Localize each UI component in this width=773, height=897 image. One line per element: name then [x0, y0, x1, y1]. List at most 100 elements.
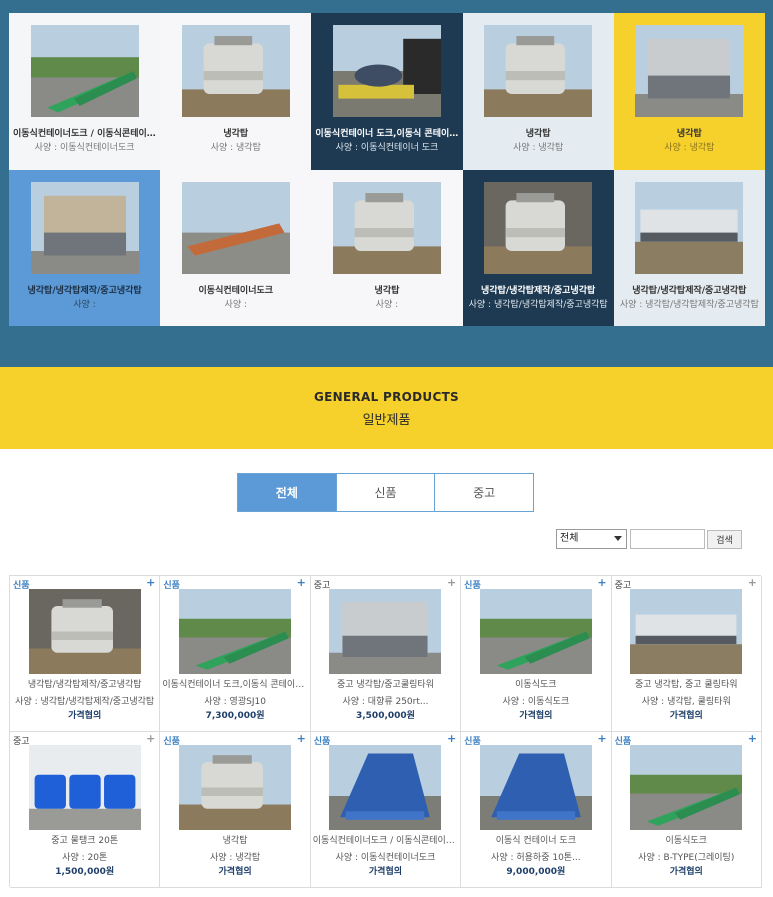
featured-card[interactable]: 이동식컨테이너 도크,이동식 콘테이너도크사양 : 이동식컨테이너 도크 [311, 13, 463, 170]
featured-product-title[interactable]: 이동식컨테이너도크 [164, 283, 307, 296]
featured-card[interactable]: 이동식컨테이너도크 사양 : [160, 169, 312, 326]
tab-0[interactable]: 전체 [238, 474, 337, 511]
plus-icon[interactable]: + [146, 732, 155, 745]
product-title[interactable]: 중고 냉각탑/중고쿨링타워 [313, 677, 458, 690]
product-card[interactable]: 신품 + 이동식컨테이너도크 / 이동식콘테이너도크 사양 : 이동식컨테이너도크 가격… [310, 732, 462, 888]
product-spec: 사양 : 영광SJ10 [204, 697, 266, 707]
product-image[interactable] [479, 745, 592, 830]
product-spec: 사양 : 대향류 250rt... [342, 697, 429, 707]
featured-product-spec: 사양 : 냉각탑 [664, 143, 715, 153]
featured-product-image[interactable] [30, 25, 139, 117]
tab-2[interactable]: 중고 [435, 474, 534, 511]
featured-card[interactable]: 냉각탑/냉각탑제작/중고냉각탑 사양 : 냉각탑/냉각탑제작/중고냉각탑 [462, 169, 614, 326]
featured-card[interactable]: 냉각탑사양 : 냉각탑 [160, 13, 312, 170]
plus-icon[interactable]: + [447, 732, 456, 745]
product-badge: 신품 [464, 581, 481, 591]
featured-card[interactable]: 냉각탑/냉각탑제작/중고냉각탑 사양 : 냉각탑/냉각탑제작/중고냉각탑 [613, 169, 765, 326]
product-image[interactable] [28, 589, 141, 674]
section-header: GENERAL PRODUCTS 일반제품 [0, 367, 773, 449]
featured-product-image[interactable] [30, 181, 139, 274]
featured-product-image[interactable] [181, 25, 290, 117]
product-price: 가격협의 [519, 711, 553, 721]
product-price: 가격협의 [669, 711, 703, 721]
product-title[interactable]: 중고 냉각탑, 중고 쿨링타워 [614, 677, 759, 690]
featured-card[interactable]: 냉각탑사양 : [311, 169, 463, 326]
product-badge: 중고 [614, 581, 632, 591]
product-title[interactable]: 이동식 컨테이너 도크 [463, 833, 608, 846]
featured-product-image[interactable] [332, 25, 441, 117]
product-title[interactable]: 이동식컨테이너도크 / 이동식콘테이너도크 [313, 833, 458, 846]
search-input[interactable] [630, 529, 705, 549]
product-title[interactable]: 이동식도크 [614, 833, 759, 846]
search-button[interactable]: 검색 [707, 530, 742, 549]
search-category-value: 전체 [560, 533, 579, 544]
product-title[interactable]: 이동식컨테이너 도크,이동식 콘테이너도크 [162, 677, 307, 690]
featured-product-title[interactable]: 냉각탑 [618, 126, 761, 139]
plus-icon[interactable]: + [146, 576, 155, 589]
featured-product-title[interactable]: 냉각탑/냉각탑제작/중고냉각탑 [618, 283, 761, 296]
product-image[interactable] [179, 589, 292, 674]
product-spec: 사양 : 허용하중 10톤... [491, 853, 581, 863]
featured-product-title[interactable]: 이동식컨테이너 도크,이동식 콘테이너도크 [315, 126, 458, 139]
featured-product-image[interactable] [484, 181, 593, 274]
featured-grid: 이동식컨테이너도크 / 이동식콘테이너도크 사양 : 이동식컨테이너도크 냉각탑 사양… [9, 13, 765, 326]
product-card[interactable]: 신품 + 냉각탑/냉각탑제작/중고냉각탑 사양 : 냉각탑/냉각탑제작/중고냉각탑 가격… [10, 576, 161, 732]
featured-product-title[interactable]: 냉각탑/냉각탑제작/중고냉각탑 [13, 283, 156, 296]
product-price: 7,300,000원 [205, 711, 265, 721]
plus-icon[interactable]: + [748, 732, 757, 745]
product-image[interactable] [630, 589, 743, 674]
featured-product-spec: 사양 : [375, 299, 399, 310]
featured-product-title[interactable]: 냉각탑 [164, 126, 307, 139]
product-image[interactable] [329, 745, 442, 830]
plus-icon[interactable]: + [597, 576, 606, 589]
featured-product-image[interactable] [635, 25, 744, 117]
product-title[interactable]: 냉각탑/냉각탑제작/중고냉각탑 [12, 677, 157, 690]
section-title-ko: 일반제품 [362, 413, 411, 428]
product-card[interactable]: 신품 + 냉각탑 사양 : 냉각탑 가격협의 [160, 732, 311, 888]
featured-card[interactable]: 냉각탑사양 : 냉각탑 [613, 13, 765, 170]
featured-product-image[interactable] [332, 181, 441, 274]
search-category-select[interactable]: 전체 [556, 529, 627, 549]
product-badge: 신품 [614, 737, 632, 747]
featured-product-image[interactable] [181, 181, 290, 274]
plus-icon[interactable]: + [597, 732, 606, 745]
product-title[interactable]: 중고 물탱크 20톤 [12, 833, 157, 846]
product-image[interactable] [28, 745, 141, 830]
featured-product-title[interactable]: 냉각탑/냉각탑제작/중고냉각탑 [467, 283, 610, 296]
plus-icon[interactable]: + [748, 576, 757, 589]
product-image[interactable] [179, 745, 292, 830]
featured-card[interactable]: 이동식컨테이너도크 / 이동식콘테이너도크 사양 : 이동식컨테이너도크 [9, 13, 161, 170]
product-image[interactable] [479, 589, 592, 674]
featured-product-title[interactable]: 이동식컨테이너도크 / 이동식콘테이너도크 [13, 126, 156, 139]
product-title[interactable]: 냉각탑 [162, 833, 307, 846]
product-card[interactable]: 신품 + 이동식 컨테이너 도크 사양 : 허용하중 10톤... 9,000,000원 [461, 732, 612, 888]
featured-product-title[interactable]: 냉각탑 [315, 283, 458, 296]
product-title[interactable]: 이동식도크 [463, 677, 608, 690]
product-card[interactable]: 신품 + 이동식도크 사양 : 이동식도크 가격협의 [461, 576, 612, 732]
featured-section: 이동식컨테이너도크 / 이동식콘테이너도크 사양 : 이동식컨테이너도크 냉각탑 사양… [0, 0, 773, 367]
product-image[interactable] [329, 589, 442, 674]
featured-product-title[interactable]: 냉각탑 [467, 126, 610, 139]
product-card[interactable]: 신품 + 이동식도크 사양 : B-TYPE(그레이팅) 가격협의 [611, 732, 762, 888]
product-card[interactable]: 중고 + 중고 냉각탑/중고쿨링타워 사양 : 대향류 250rt... 3,500,0… [310, 576, 462, 732]
product-badge: 중고 [313, 581, 331, 591]
featured-card[interactable]: 냉각탑 사양 : 냉각탑 [462, 13, 614, 170]
featured-product-spec: 사양 : 이동식컨테이너 도크 [335, 143, 439, 153]
product-price: 가격협의 [68, 711, 102, 721]
featured-product-image[interactable] [484, 25, 593, 117]
plus-icon[interactable]: + [297, 732, 306, 745]
featured-product-spec: 사양 : [73, 299, 96, 310]
featured-product-spec: 사양 : 냉각탑 [210, 143, 261, 153]
product-price: 9,000,000원 [506, 867, 566, 877]
product-card[interactable]: 중고 + 중고 냉각탑, 중고 쿨링타워 사양 : 냉각탑, 쿨링타워 가격협의 [611, 576, 762, 732]
product-image[interactable] [630, 745, 743, 830]
product-price: 가격협의 [669, 867, 703, 877]
product-badge: 신품 [163, 737, 180, 747]
tab-1[interactable]: 신품 [336, 474, 436, 511]
plus-icon[interactable]: + [297, 576, 306, 589]
product-card[interactable]: 신품 + 이동식컨테이너 도크,이동식 콘테이너도크 사양 : 영광SJ10 7,300… [160, 576, 311, 732]
plus-icon[interactable]: + [447, 576, 456, 589]
featured-card[interactable]: 냉각탑/냉각탑제작/중고냉각탑사양 : [9, 169, 161, 326]
featured-product-image[interactable] [635, 181, 744, 274]
product-card[interactable]: 중고 + 중고 물탱크 20톤 사양 : 20톤 1,500,000원 [10, 732, 161, 888]
